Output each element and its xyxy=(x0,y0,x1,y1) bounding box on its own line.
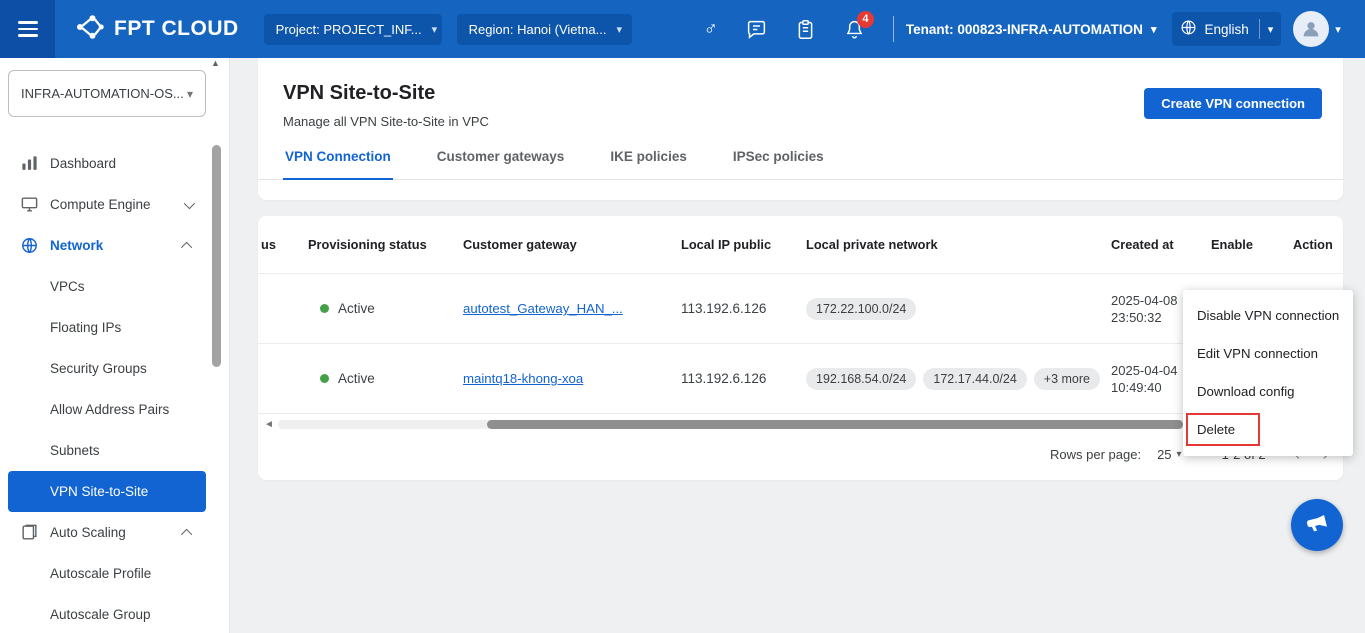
region-dropdown[interactable]: Region: Hanoi (Vietna... ▾ xyxy=(457,14,632,45)
column-action: Action xyxy=(1293,237,1343,252)
menu-item-download-config[interactable]: Download config xyxy=(1183,373,1353,411)
rows-per-page-select[interactable]: 25 ▾ xyxy=(1157,447,1182,462)
announcement-fab[interactable] xyxy=(1291,499,1343,551)
chevron-down-icon: ▾ xyxy=(1151,23,1157,36)
table-footer: Rows per page: 25 ▾ 1-2 of 2 ‹ › xyxy=(258,432,1343,476)
sidebar-item-vpcs[interactable]: VPCs xyxy=(8,266,206,307)
customer-gateway-link[interactable]: maintq18-khong-xoa xyxy=(463,371,681,386)
sidebar-item-dashboard[interactable]: Dashboard xyxy=(8,143,206,184)
chevron-down-icon: ▾ xyxy=(1268,23,1274,36)
tab-ipsec-policies[interactable]: IPSec policies xyxy=(731,149,826,180)
notification-bell-icon[interactable]: 4 xyxy=(844,19,865,40)
topbar-divider xyxy=(893,16,894,42)
auto-scaling-icon xyxy=(20,523,39,542)
table-row: Active maintq18-khong-xoa 113.192.6.126 … xyxy=(258,344,1343,414)
column-enable: Enable xyxy=(1211,237,1293,252)
horizontal-scrollbar: ◄ xyxy=(258,419,1343,432)
column-local-ip-public: Local IP public xyxy=(681,237,806,252)
language-dropdown[interactable]: English ▾ xyxy=(1172,12,1281,46)
workspace-dropdown[interactable]: INFRA-AUTOMATION-OS... ▾ xyxy=(8,70,206,117)
globe-icon xyxy=(1180,19,1204,39)
avatar xyxy=(1293,11,1329,47)
create-vpn-connection-button[interactable]: Create VPN connection xyxy=(1144,88,1322,119)
column-provisioning-status: Provisioning status xyxy=(308,237,463,252)
user-menu[interactable]: ▾ xyxy=(1293,11,1341,47)
network-chip: 192.168.54.0/24 xyxy=(806,368,916,390)
created-at: 2025-04-04 10:49:40 xyxy=(1111,362,1183,396)
column-status: us xyxy=(258,237,308,252)
chevron-up-icon xyxy=(181,528,192,539)
compute-engine-icon xyxy=(20,195,39,214)
status-active-dot xyxy=(320,304,329,313)
table-header-row: us Provisioning status Customer gateway … xyxy=(258,216,1343,274)
column-local-private-network: Local private network xyxy=(806,237,1111,252)
tab-ike-policies[interactable]: IKE policies xyxy=(608,149,689,180)
fpt-logo-icon xyxy=(75,12,105,47)
notification-badge: 4 xyxy=(857,11,874,28)
created-at: 2025-04-08 23:50:32 xyxy=(1111,292,1183,326)
chevron-down-icon: ▾ xyxy=(606,23,622,36)
dashboard-icon xyxy=(20,154,39,173)
fpt-cloud-logo: FPT CLOUD xyxy=(75,12,239,47)
table-row: Active autotest_Gateway_HAN_... 113.192.… xyxy=(258,274,1343,344)
sidebar-item-security-groups[interactable]: Security Groups xyxy=(8,348,206,389)
chevron-down-icon: ▾ xyxy=(187,87,193,101)
more-networks-chip[interactable]: +3 more xyxy=(1034,368,1100,390)
hamburger-menu-icon[interactable] xyxy=(0,0,55,58)
tab-bar: VPN Connection Customer gateways IKE pol… xyxy=(258,149,1343,180)
logo-text: FPT CLOUD xyxy=(114,17,239,41)
megaphone-icon xyxy=(1305,512,1329,539)
sidebar-item-autoscale-profile[interactable]: Autoscale Profile xyxy=(8,553,206,594)
sidebar-item-compute-engine[interactable]: Compute Engine xyxy=(8,184,206,225)
chevron-down-icon: ▾ xyxy=(422,23,438,36)
sidebar-item-vpn-site-to-site[interactable]: VPN Site-to-Site xyxy=(8,471,206,512)
tab-customer-gateways[interactable]: Customer gateways xyxy=(435,149,567,180)
network-chip: 172.17.44.0/24 xyxy=(923,368,1026,390)
sidebar-item-allow-address-pairs[interactable]: Allow Address Pairs xyxy=(8,389,206,430)
menu-item-disable-vpn-connection[interactable]: Disable VPN connection xyxy=(1183,297,1353,335)
feedback-chat-icon[interactable] xyxy=(746,19,767,40)
rows-per-page-label: Rows per page: xyxy=(1050,447,1141,462)
project-dropdown[interactable]: Project: PROJECT_INF... ▾ xyxy=(264,14,442,45)
sidebar: INFRA-AUTOMATION-OS... ▾ Dashboard Compu… xyxy=(0,58,230,633)
provisioning-status: Active xyxy=(338,371,375,386)
menu-item-edit-vpn-connection[interactable]: Edit VPN connection xyxy=(1183,335,1353,373)
clipboard-icon[interactable] xyxy=(795,19,816,40)
local-ip-public: 113.192.6.126 xyxy=(681,301,806,316)
network-chip: 172.22.100.0/24 xyxy=(806,298,916,320)
local-ip-public: 113.192.6.126 xyxy=(681,371,806,386)
chevron-down-icon: ▾ xyxy=(1335,23,1341,36)
sidebar-scrollbar[interactable] xyxy=(212,145,221,367)
page-header-card: VPN Site-to-Site Manage all VPN Site-to-… xyxy=(258,58,1343,200)
sidebar-item-subnets[interactable]: Subnets xyxy=(8,430,206,471)
male-icon[interactable]: ♂ xyxy=(704,20,718,39)
column-created-at: Created at xyxy=(1111,237,1211,252)
column-customer-gateway: Customer gateway xyxy=(463,237,681,252)
scroll-up-icon[interactable]: ▲ xyxy=(211,58,220,68)
tab-vpn-connection[interactable]: VPN Connection xyxy=(283,149,393,180)
network-globe-icon xyxy=(20,236,39,255)
status-active-dot xyxy=(320,374,329,383)
sidebar-item-auto-scaling[interactable]: Auto Scaling xyxy=(8,512,206,553)
menu-item-delete[interactable]: Delete xyxy=(1183,411,1353,449)
tenant-dropdown[interactable]: Tenant: 000823-INFRA-AUTOMATION ▾ xyxy=(906,22,1157,37)
provisioning-status: Active xyxy=(338,301,375,316)
sidebar-item-network[interactable]: Network xyxy=(8,225,206,266)
main-content: VPN Site-to-Site Manage all VPN Site-to-… xyxy=(258,58,1343,633)
sidebar-item-autoscale-group[interactable]: Autoscale Group xyxy=(8,594,206,633)
chevron-down-icon: ▾ xyxy=(1177,449,1182,460)
topbar: FPT CLOUD Project: PROJECT_INF... ▾ Regi… xyxy=(0,0,1365,58)
chevron-up-icon xyxy=(181,241,192,252)
sidebar-item-floating-ips[interactable]: Floating IPs xyxy=(8,307,206,348)
scroll-left-icon[interactable]: ◄ xyxy=(264,419,274,430)
scrollbar-thumb[interactable] xyxy=(487,420,1183,429)
chevron-down-icon xyxy=(184,197,195,208)
customer-gateway-link[interactable]: autotest_Gateway_HAN_... xyxy=(463,301,681,316)
vpn-connections-table-card: us Provisioning status Customer gateway … xyxy=(258,216,1343,480)
row-action-context-menu: Disable VPN connection Edit VPN connecti… xyxy=(1183,290,1353,456)
